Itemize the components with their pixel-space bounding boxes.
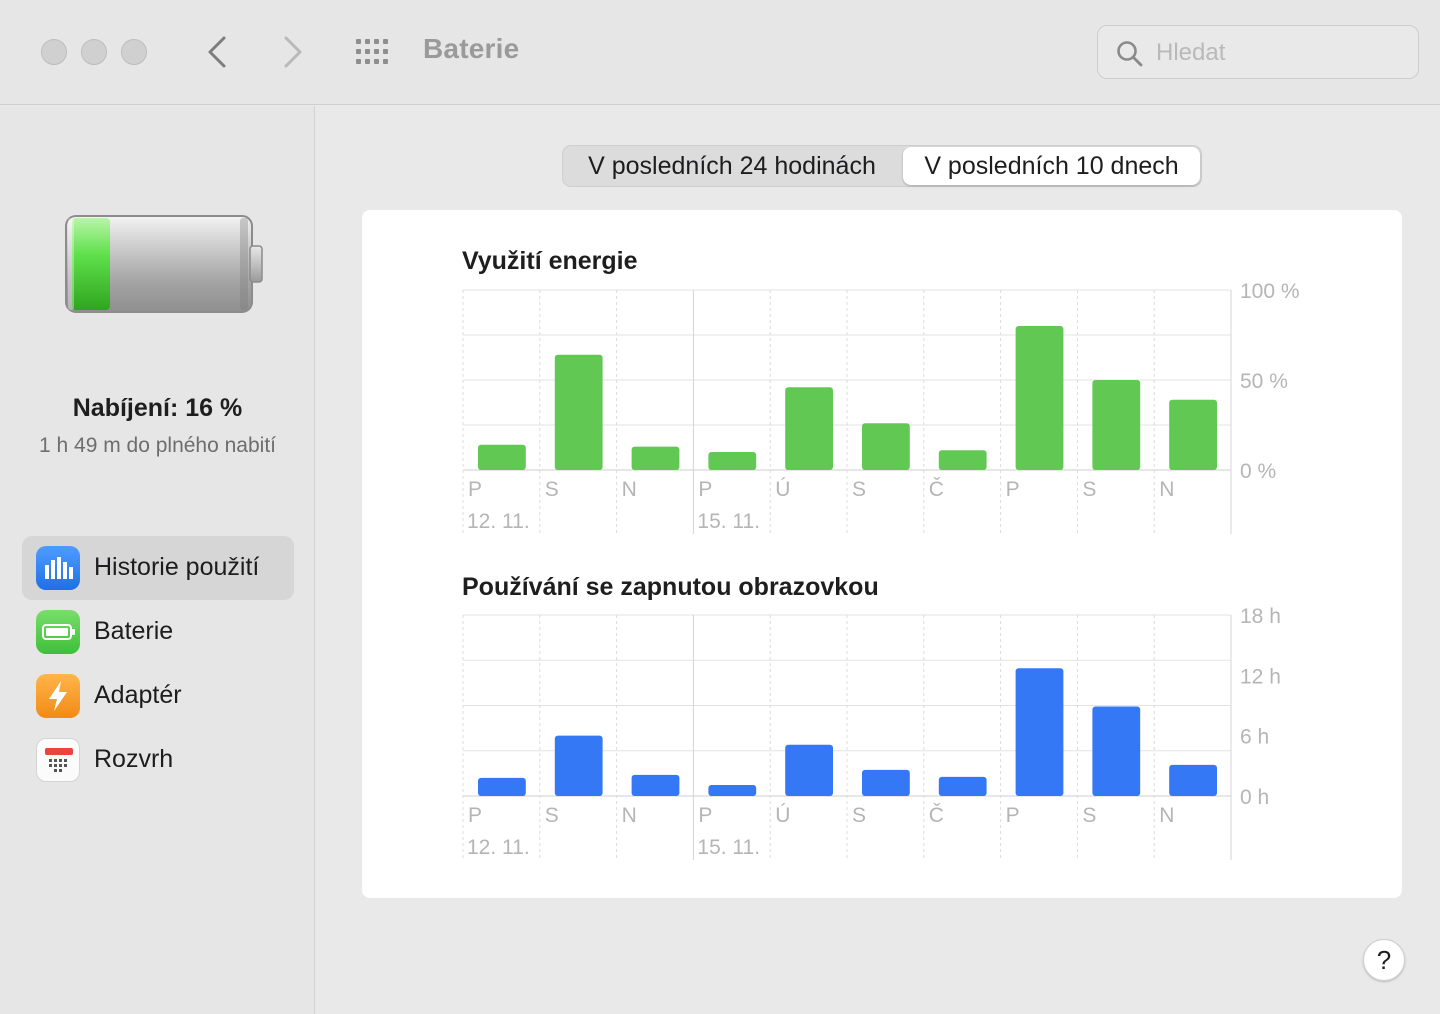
chart-bar <box>1092 380 1141 470</box>
chart-bar <box>708 452 757 470</box>
time-to-full-charge: 1 h 49 m do plného nabití <box>38 434 276 457</box>
chevron-right-icon <box>284 36 302 68</box>
chart-bar <box>1015 326 1064 470</box>
y-tick-label: 0 % <box>1240 460 1276 483</box>
chart-bar <box>938 450 987 470</box>
x-tick-label: Č <box>929 478 944 501</box>
x-tick-label: Č <box>929 804 944 827</box>
system-preferences-window: Baterie Hledat Nabíjení: 16 % 1 h 49 m d… <box>0 0 1440 1014</box>
y-tick-label: 6 h <box>1240 726 1269 749</box>
chart-bar <box>631 774 680 796</box>
x-tick-label: P <box>468 804 482 827</box>
x-date-label: 12. 11. <box>467 510 530 533</box>
chart-bar <box>1092 706 1141 796</box>
x-date-label: 12. 11. <box>467 836 530 859</box>
search-input[interactable] <box>1156 36 1406 70</box>
sidebar-item-schedule[interactable]: Rozvrh <box>22 728 294 792</box>
x-date-label: 15. 11. <box>697 836 760 859</box>
tab-last-24-hours[interactable]: V posledních 24 hodinách <box>563 146 901 186</box>
calendar-icon <box>36 738 80 782</box>
chart-bar <box>785 387 833 470</box>
time-range-segmented-control: V posledních 24 hodinách V posledních 10… <box>562 145 1202 187</box>
chart-bar <box>478 444 526 470</box>
x-tick-label: P <box>468 478 482 501</box>
battery-status-icon <box>65 215 263 313</box>
y-tick-label: 0 h <box>1240 786 1269 809</box>
x-tick-label: N <box>622 804 637 827</box>
zoom-window-button[interactable] <box>121 39 147 65</box>
chart-bar <box>1169 764 1217 796</box>
x-tick-label: S <box>545 478 559 501</box>
search-field[interactable] <box>1097 25 1419 79</box>
chart-bar <box>708 784 757 796</box>
x-tick-label: P <box>698 478 712 501</box>
close-window-button[interactable] <box>41 39 67 65</box>
chart-bar <box>631 446 680 470</box>
sidebar-item-adapter[interactable]: Adaptér <box>22 664 294 728</box>
chart-bar <box>1015 668 1064 796</box>
battery-charge-fill <box>72 218 110 310</box>
x-tick-label: Ú <box>775 478 790 501</box>
x-tick-label: N <box>1159 804 1174 827</box>
back-button[interactable] <box>198 30 238 74</box>
chart-bar <box>862 769 910 796</box>
chevron-left-icon <box>208 36 226 68</box>
forward-button[interactable] <box>272 30 312 74</box>
minimize-window-button[interactable] <box>81 39 107 65</box>
chart-bar <box>478 777 526 796</box>
sidebar-item-label: Rozvrh <box>94 745 174 773</box>
chart-bar <box>785 744 833 796</box>
x-tick-label: P <box>1006 478 1020 501</box>
chart-bar <box>938 776 987 796</box>
chart-bar <box>1169 399 1217 470</box>
x-tick-label: Ú <box>775 804 790 827</box>
chart-bar <box>862 423 910 470</box>
adapter-bolt-icon <box>36 674 80 718</box>
y-tick-label: 50 % <box>1240 370 1288 393</box>
x-tick-label: S <box>1082 478 1096 501</box>
x-tick-label: N <box>622 478 637 501</box>
sidebar-item-label: Baterie <box>94 617 174 645</box>
x-tick-label: S <box>545 804 559 827</box>
x-date-label: 15. 11. <box>697 510 760 533</box>
sidebar-item-battery[interactable]: Baterie <box>22 600 294 664</box>
window-title: Baterie <box>423 33 520 64</box>
sidebar-item-usage-history[interactable]: Historie použití <box>22 536 294 600</box>
x-tick-label: S <box>852 804 866 827</box>
search-icon <box>1117 41 1143 67</box>
sidebar-item-label: Historie použití <box>94 553 260 581</box>
y-tick-label: 18 h <box>1240 605 1281 628</box>
sidebar-item-label: Adaptér <box>94 681 182 709</box>
x-tick-label: N <box>1159 478 1174 501</box>
chart-bar <box>554 354 603 470</box>
help-button[interactable]: ? <box>1363 939 1405 981</box>
y-tick-label: 100 % <box>1240 280 1300 303</box>
usage-history-icon <box>36 546 80 590</box>
sidebar: Nabíjení: 16 % 1 h 49 m do plného nabití… <box>0 106 315 1014</box>
toolbar: Baterie <box>0 0 1440 105</box>
chart-bar <box>554 735 603 796</box>
charge-percentage: Nabíjení: 16 % <box>72 394 243 422</box>
x-tick-label: P <box>1006 804 1020 827</box>
y-tick-label: 12 h <box>1240 665 1281 688</box>
show-all-grid-icon[interactable] <box>354 37 394 67</box>
charts-panel: Využití energie Používání se zapnutou ob… <box>362 210 1402 898</box>
tab-last-10-days[interactable]: V posledních 10 dnech <box>903 147 1200 185</box>
x-tick-label: P <box>698 804 712 827</box>
x-tick-label: S <box>852 478 866 501</box>
usage-charts: 0 % 50 % 100 % P S N P Ú S Č P S N 12. 11. 15. 11. 0 h 6… <box>462 280 1300 860</box>
x-tick-label: S <box>1082 804 1096 827</box>
battery-icon <box>36 610 80 654</box>
